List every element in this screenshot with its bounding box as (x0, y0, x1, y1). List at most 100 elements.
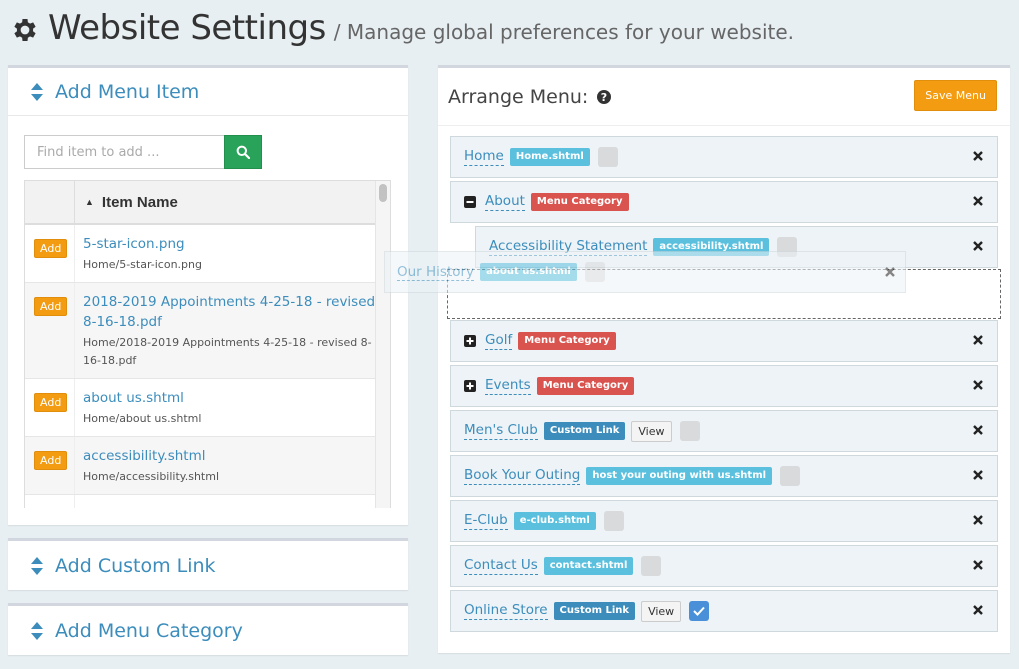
search-button[interactable] (224, 135, 262, 169)
sort-caret-icon (31, 621, 43, 640)
item-name-link[interactable]: 5-star-icon.png (83, 234, 376, 254)
file-badge: e-club.shtml (513, 512, 596, 530)
menu-item-label[interactable]: E-Club (464, 512, 508, 530)
table-row: Add accessibility.shtml Home/accessibili… (25, 437, 390, 495)
page-header: Website Settings / Manage global prefere… (10, 8, 794, 52)
menu-item-label[interactable]: About (485, 193, 525, 211)
checkbox-checked[interactable] (689, 601, 710, 621)
close-icon[interactable] (973, 241, 983, 251)
close-icon[interactable] (973, 380, 983, 390)
search-input[interactable] (24, 135, 224, 169)
menu-item-label[interactable]: Home (464, 148, 504, 166)
view-button[interactable]: View (631, 420, 672, 442)
panel-title: Add Menu Category (55, 619, 243, 642)
close-icon[interactable] (973, 425, 983, 435)
checkbox[interactable] (584, 262, 605, 282)
item-path: Home/accessibility.shtml (83, 470, 220, 483)
close-icon[interactable] (973, 335, 983, 345)
file-badge: host your outing with us.shtml (586, 467, 773, 485)
scrollbar[interactable] (375, 181, 390, 508)
menu-item[interactable]: E-Club e-club.shtml (450, 500, 998, 542)
file-badge: Home.shtml (509, 148, 590, 166)
menu-item[interactable]: Online Store Custom Link View (450, 590, 998, 632)
menu-item-label[interactable]: Golf (485, 332, 513, 350)
category-badge: Menu Category (536, 377, 635, 395)
menu-item[interactable]: Golf Menu Category (450, 320, 998, 362)
close-icon[interactable] (885, 267, 895, 277)
table-row: Add 2018-2019 Appointments 4-25-18 - rev… (25, 283, 390, 379)
sort-caret-icon (31, 82, 43, 101)
checkbox[interactable] (641, 556, 662, 576)
add-menu-item-header[interactable]: Add Menu Item (8, 68, 408, 116)
item-name-link[interactable]: 2018-2019 Appointments 4-25-18 - revised… (83, 292, 376, 332)
add-button[interactable]: Add (34, 451, 68, 470)
menu-item-label[interactable]: Contact Us (464, 557, 538, 575)
add-menu-item-panel: Add Menu Item ▲ Item Name Add 5-star-ico… (8, 65, 408, 525)
scroll-thumb[interactable] (379, 184, 387, 202)
menu-item[interactable]: Contact Us contact.shtml (450, 545, 998, 587)
checkbox[interactable] (679, 421, 700, 441)
panel-title: Arrange Menu: (448, 85, 589, 108)
menu-item-label[interactable]: Online Store (464, 602, 548, 620)
plus-square-icon[interactable] (464, 380, 476, 392)
page-title: Website Settings (48, 8, 326, 48)
category-badge: Menu Category (518, 332, 616, 350)
menu-item-label[interactable]: Our History (397, 264, 475, 281)
minus-square-icon[interactable] (464, 196, 476, 208)
save-menu-button[interactable]: Save Menu (914, 80, 997, 111)
item-path: Home/5-star-icon.png (83, 258, 202, 271)
menu-item-label[interactable]: Book Your Outing (464, 467, 581, 485)
menu-item[interactable]: Home Home.shtml (450, 136, 998, 178)
menu-item[interactable]: Men's Club Custom Link View (450, 410, 998, 452)
item-name-link[interactable]: about us.shtml (83, 388, 376, 408)
menu-item[interactable]: Events Menu Category (450, 365, 998, 407)
menu-item[interactable]: Book Your Outing host your outing with u… (450, 455, 998, 497)
add-button[interactable]: Add (34, 297, 68, 316)
close-icon[interactable] (973, 605, 983, 615)
add-menu-category-header[interactable]: Add Menu Category (8, 606, 408, 655)
gear-icon (14, 19, 36, 41)
add-menu-category-panel: Add Menu Category (8, 603, 408, 655)
add-button[interactable]: Add (34, 239, 68, 258)
question-circle-icon[interactable]: ? (596, 89, 612, 105)
category-badge: Menu Category (530, 193, 629, 211)
custom-link-badge: Custom Link (543, 422, 626, 440)
add-button[interactable]: Add (34, 393, 68, 412)
item-path: Home/about us.shtml (83, 412, 202, 425)
panel-title: Add Custom Link (55, 554, 216, 577)
custom-link-badge: Custom Link (553, 602, 636, 620)
add-custom-link-header[interactable]: Add Custom Link (8, 541, 408, 590)
check-icon (693, 606, 705, 616)
menu-item-label[interactable]: Events (485, 377, 531, 395)
view-button[interactable]: View (641, 600, 682, 622)
items-table: ▲ Item Name Add 5-star-icon.png Home/5-s… (24, 180, 391, 508)
table-row: Add about us.shtml Home/about us.shtml (25, 379, 390, 437)
close-icon[interactable] (973, 560, 983, 570)
plus-square-icon[interactable] (464, 335, 476, 347)
checkbox[interactable] (780, 466, 801, 486)
item-path: Home/2018-2019 Appointments 4-25-18 - re… (83, 336, 372, 367)
item-name-link[interactable]: accessibility.shtml (83, 446, 376, 466)
table-row: Add (25, 495, 390, 508)
close-icon[interactable] (973, 196, 983, 206)
checkbox[interactable] (597, 147, 618, 167)
page-subtitle: / Manage global preferences for your web… (333, 20, 795, 44)
close-icon[interactable] (973, 470, 983, 480)
file-badge: about us.shtml (480, 263, 577, 281)
svg-text:?: ? (601, 91, 607, 104)
table-row: Add 5-star-icon.png Home/5-star-icon.png (25, 225, 390, 283)
file-badge: contact.shtml (543, 557, 634, 575)
column-header-item-name[interactable]: ▲ Item Name (75, 181, 390, 223)
sort-asc-icon: ▲ (85, 197, 94, 207)
menu-item-label[interactable]: Men's Club (464, 422, 538, 440)
panel-title: Add Menu Item (55, 80, 200, 103)
close-icon[interactable] (973, 515, 983, 525)
sort-caret-icon (31, 556, 43, 575)
close-icon[interactable] (973, 151, 983, 161)
dragging-menu-item[interactable]: Our History about us.shtml (384, 251, 906, 293)
checkbox[interactable] (603, 511, 624, 531)
item-search (24, 135, 262, 169)
search-icon (236, 145, 250, 159)
menu-item[interactable]: About Menu Category (450, 181, 998, 223)
add-custom-link-panel: Add Custom Link (8, 538, 408, 590)
